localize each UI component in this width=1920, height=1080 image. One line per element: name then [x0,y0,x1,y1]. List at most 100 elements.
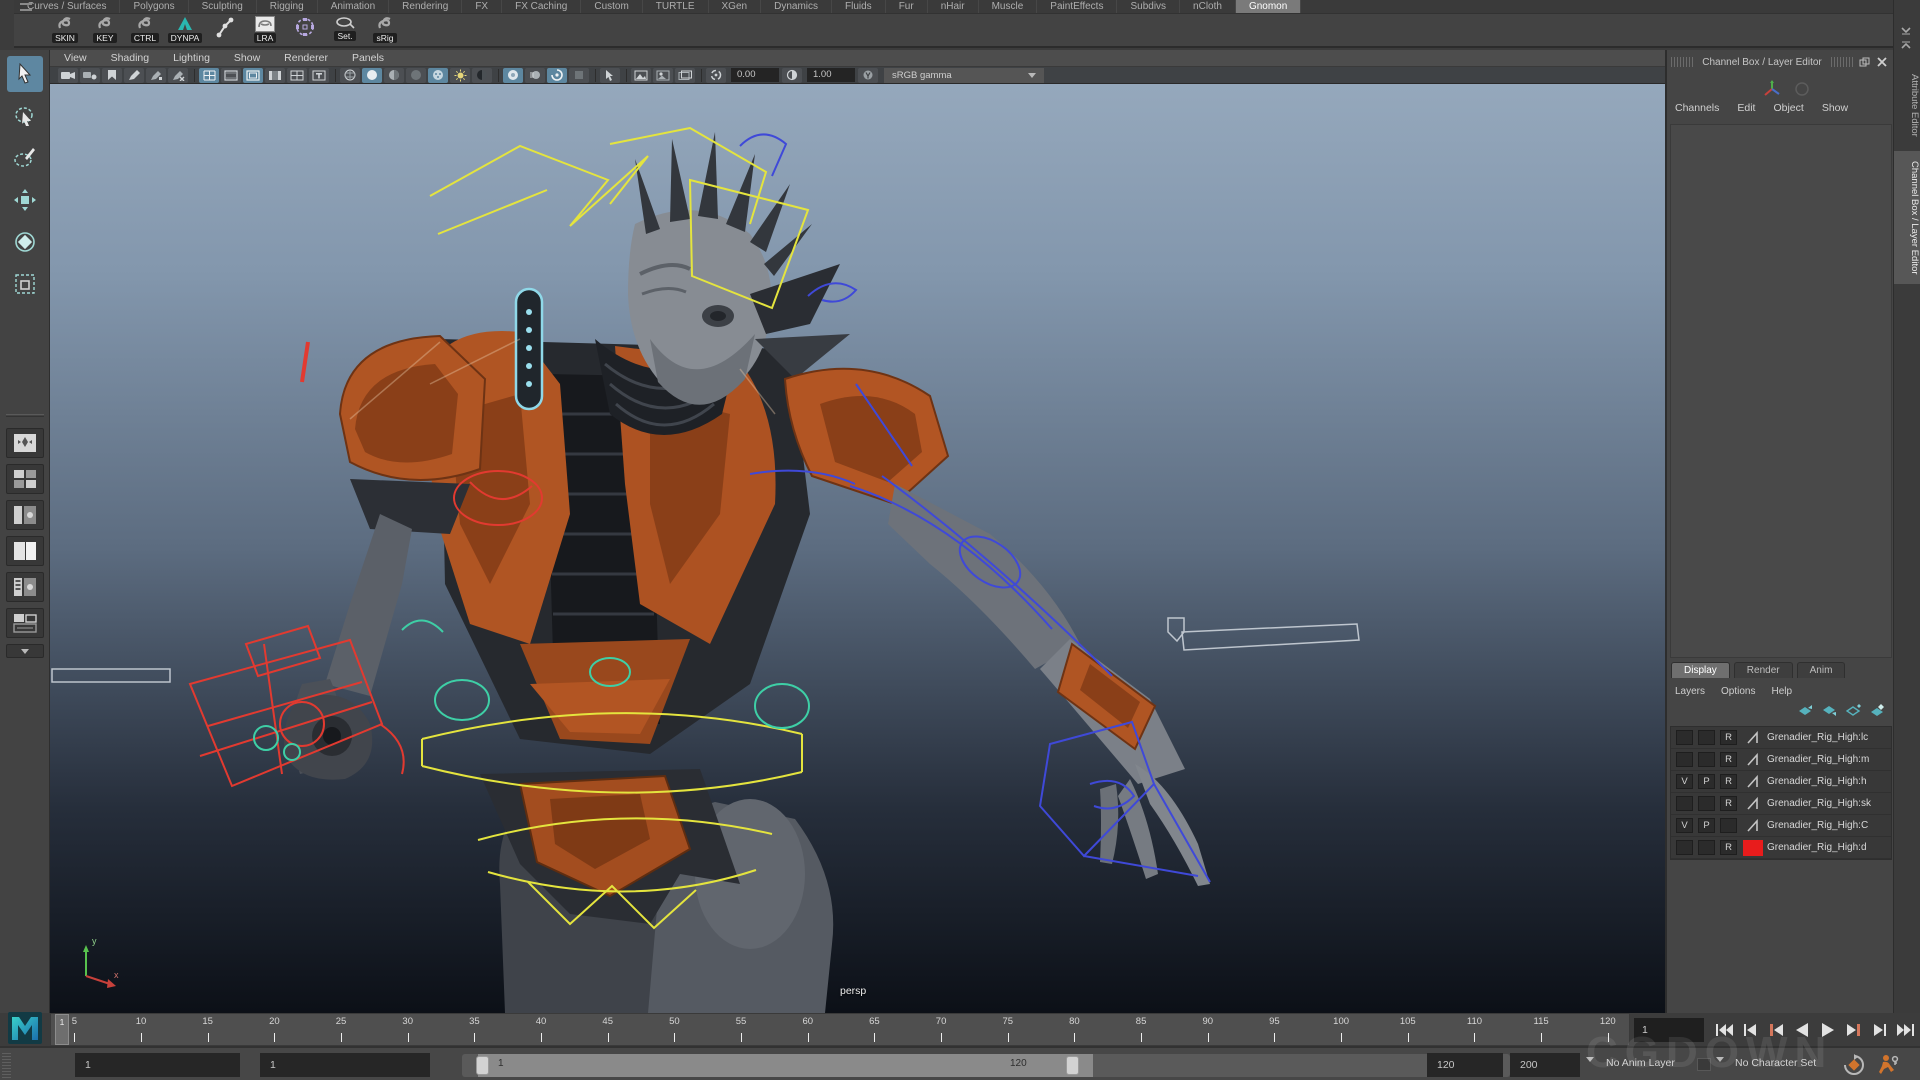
sidebar-tab[interactable]: Channel Box / Layer Editor [1894,151,1920,285]
layer-visibility-toggle[interactable] [1676,730,1693,745]
layout-four-pane-button[interactable] [6,464,44,494]
animation-end-field[interactable]: 200 [1510,1053,1580,1077]
popout-icon[interactable] [1857,56,1871,68]
layer-playback-toggle[interactable] [1698,840,1715,855]
drag-handle-icon[interactable] [1671,57,1693,67]
screen-space-ao-icon[interactable] [503,68,523,83]
layout-outliner-persp-button[interactable] [6,500,44,530]
shelf-button-joint[interactable] [208,16,242,38]
exposure-icon[interactable] [706,68,726,83]
render-settings-icon[interactable] [569,68,589,83]
animation-preferences-icon[interactable] [1878,1054,1900,1076]
layer-visibility-toggle[interactable] [1676,752,1693,767]
shelf-button-lra[interactable]: LRA [248,16,282,43]
step-back-frame-button[interactable] [1764,1019,1788,1041]
layer-swatch[interactable] [1743,730,1763,746]
sidebar-tab[interactable]: Attribute Editor [1894,64,1920,147]
layer-display-type-toggle[interactable]: R [1720,796,1737,811]
go-to-end-button[interactable] [1894,1019,1918,1041]
layer-display-type-toggle[interactable]: R [1720,840,1737,855]
layer-down-icon[interactable] [1822,704,1837,717]
layer-visibility-toggle[interactable] [1676,840,1693,855]
image-plane-icon[interactable] [631,68,651,83]
layer-row[interactable]: V P Grenadier_Rig_High:C [1671,815,1891,837]
shelf-tab[interactable]: FX [462,0,502,13]
shelf-button-ctrl[interactable]: CTRL [128,16,162,43]
shelf-tab[interactable]: Custom [581,0,642,13]
wireframe-icon[interactable] [340,68,360,83]
film-gate-icon[interactable] [221,68,241,83]
layer-swatch[interactable] [1743,840,1763,856]
contrast-icon[interactable] [782,68,802,83]
virtual-slider-icon[interactable] [1795,82,1809,96]
layer-swatch[interactable] [1743,818,1763,834]
channel-box-menu-item[interactable]: Edit [1737,102,1755,118]
shelf-tab[interactable]: Fur [886,0,928,13]
use-default-material-icon[interactable] [406,68,426,83]
shelf-tab[interactable]: nHair [928,0,979,13]
current-frame-field[interactable]: 1 [1634,1018,1704,1042]
shelf-tab[interactable]: Gnomon [1236,0,1301,13]
shelf-tab[interactable]: Muscle [979,0,1038,13]
mute-toggle[interactable] [1697,1058,1711,1071]
shelf-tab[interactable]: Animation [318,0,389,13]
new-layer-from-selected-icon[interactable] [1870,704,1885,717]
textured-icon[interactable] [384,68,404,83]
play-backwards-button[interactable] [1790,1019,1814,1041]
shelf-tab[interactable]: nCloth [1180,0,1236,13]
layout-single-pane-button[interactable] [6,428,44,458]
layer-editor-menu-item[interactable]: Help [1771,686,1792,697]
range-start-handle[interactable] [476,1056,489,1075]
gamma-field[interactable]: 1.00 [807,68,855,82]
manipulator-icon[interactable] [1763,80,1781,98]
chevron-up-icon[interactable] [1898,40,1914,50]
close-icon[interactable] [1875,56,1889,68]
anim-layer-button[interactable]: No Anim Layer [1606,1057,1675,1069]
layer-row[interactable]: V P R Grenadier_Rig_High:h [1671,771,1891,793]
grease-pencil-icon[interactable] [124,68,144,83]
shelf-tab[interactable]: FX Caching [502,0,581,13]
field-chart-icon[interactable] [287,68,307,83]
exposure-field[interactable]: 0.00 [731,68,779,82]
shelf-button-set[interactable]: Set. [328,16,362,41]
layer-row[interactable]: R Grenadier_Rig_High:lc [1671,727,1891,749]
channel-box-list-area[interactable] [1670,124,1892,658]
shelf-tab[interactable]: Polygons [120,0,188,13]
channel-box-header[interactable]: Channel Box / Layer Editor [1667,50,1893,74]
camera-attributes-icon[interactable] [80,68,100,83]
layer-swatch[interactable] [1743,752,1763,768]
viewport-persp[interactable]: y x persp [50,84,1665,1013]
multisample-icon[interactable] [547,68,567,83]
channel-box-menu-item[interactable]: Channels [1675,102,1719,118]
panel-menu-item[interactable]: View [64,52,87,64]
camera-icon[interactable] [58,68,78,83]
range-slider-active[interactable] [478,1054,1093,1077]
layer-row[interactable]: R Grenadier_Rig_High:d [1671,837,1891,859]
lasso-select-tool-button[interactable] [7,98,43,134]
select-tool-button[interactable] [7,56,43,92]
shelf-tab[interactable]: PaintEffects [1037,0,1117,13]
isolate-select-icon[interactable] [600,68,620,83]
motion-blur-icon[interactable] [525,68,545,83]
layer-editor-tab[interactable]: Render [1734,662,1793,678]
resolution-gate-icon[interactable] [243,68,263,83]
layer-name[interactable]: Grenadier_Rig_High:C [1767,820,1868,831]
layer-playback-toggle[interactable] [1698,730,1715,745]
rotate-tool-button[interactable] [7,224,43,260]
safe-title-icon[interactable] [309,68,329,83]
grid-icon[interactable] [199,68,219,83]
shelf-tab[interactable]: Fluids [832,0,886,13]
layer-name[interactable]: Grenadier_Rig_High:lc [1767,732,1868,743]
layout-uv-editor-button[interactable] [6,572,44,602]
shelf-button-character-set[interactable] [288,16,322,38]
view-transform-dropdown[interactable]: sRGB gamma [884,68,1044,83]
layer-up-icon[interactable] [1798,704,1813,717]
shaded-icon[interactable] [362,68,382,83]
image-plane-attrs-icon[interactable] [653,68,673,83]
lighting-icon[interactable] [450,68,470,83]
layer-display-type-toggle[interactable]: R [1720,774,1737,789]
drag-handle-icon[interactable] [2,1052,11,1078]
grease-frame-icon[interactable] [146,68,166,83]
channel-box-menu-item[interactable]: Object [1773,102,1803,118]
shelf-button-srig[interactable]: sRig [368,16,402,43]
